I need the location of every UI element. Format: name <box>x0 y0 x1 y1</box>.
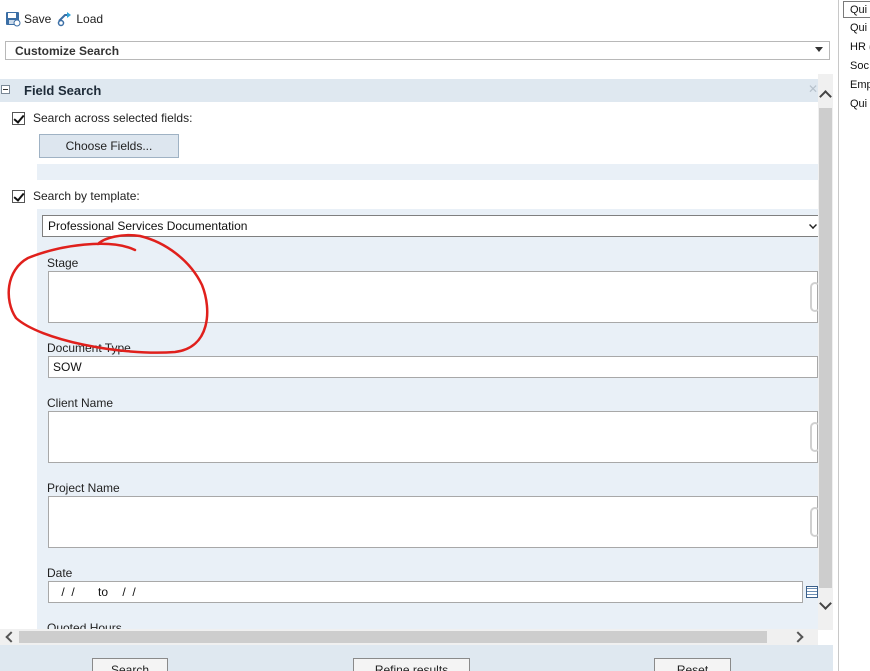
load-icon <box>58 12 72 27</box>
stage-field[interactable] <box>48 271 820 323</box>
stage-label: Stage <box>47 256 79 270</box>
reset-button[interactable]: Reset <box>654 658 731 671</box>
save-button[interactable]: Save <box>5 11 51 27</box>
scroll-down-icon[interactable] <box>819 597 832 610</box>
save-icon <box>6 12 21 27</box>
refine-results-button[interactable]: Refine results <box>353 658 470 671</box>
client-name-label: Client Name <box>47 396 114 410</box>
date-range-field[interactable]: / / to / / <box>48 581 803 603</box>
scroll-up-icon[interactable] <box>819 90 832 103</box>
field-search-title: Field Search <box>24 83 102 98</box>
document-type-value: SOW <box>53 360 82 374</box>
vertical-scrollbar[interactable] <box>818 74 833 630</box>
search-button[interactable]: Search <box>92 658 168 671</box>
horizontal-scroll-thumb[interactable] <box>19 631 767 643</box>
search-template-row: Search by template: <box>12 189 140 203</box>
selected-fields-area <box>37 164 818 180</box>
save-label: Save <box>24 12 52 26</box>
document-type-label: Document Type <box>47 341 131 355</box>
field-search-header: Field Search ✕ <box>0 79 818 102</box>
list-item[interactable]: Qui <box>850 22 867 34</box>
date-to-value: / / <box>119 585 136 599</box>
project-name-field[interactable] <box>48 496 820 548</box>
saved-search-list: Qui Qui HR ( Soc Emp Qui <box>838 0 870 671</box>
chevron-down-icon <box>809 221 817 229</box>
scroll-left-icon[interactable] <box>5 631 17 643</box>
date-from-value: / / <box>58 585 75 599</box>
field-search-panel: Field Search ✕ Search across selected fi… <box>0 79 833 631</box>
list-item[interactable]: Qui <box>850 98 867 110</box>
customize-search-value: Customize Search <box>15 43 120 58</box>
close-section-icon[interactable]: ✕ <box>808 82 818 96</box>
horizontal-scrollbar[interactable] <box>0 629 818 645</box>
project-name-label: Project Name <box>47 481 120 495</box>
search-template-checkbox[interactable] <box>12 189 25 203</box>
date-to-label: to <box>98 585 109 599</box>
customize-search-dropdown[interactable]: Customize Search <box>5 41 830 60</box>
toolbar: Save Load <box>5 10 103 28</box>
search-across-label: Search across selected fields: <box>33 111 193 125</box>
collapse-icon[interactable] <box>1 85 10 94</box>
template-select[interactable]: Professional Services Documentation <box>42 215 820 237</box>
search-template-label: Search by template: <box>33 189 140 203</box>
list-item[interactable]: HR ( <box>850 41 870 53</box>
list-item[interactable]: Qui <box>843 1 870 18</box>
search-across-row: Search across selected fields: <box>12 111 192 125</box>
choose-fields-button[interactable]: Choose Fields... <box>39 134 179 158</box>
date-label: Date <box>47 566 73 580</box>
search-across-checkbox[interactable] <box>12 111 25 125</box>
load-label: Load <box>76 12 104 26</box>
scroll-right-icon[interactable] <box>792 631 804 643</box>
list-item[interactable]: Soc <box>850 60 869 72</box>
template-select-value: Professional Services Documentation <box>48 219 248 233</box>
dropdown-arrow-icon <box>815 47 823 52</box>
document-type-field[interactable]: SOW <box>48 356 818 378</box>
client-name-field[interactable] <box>48 411 820 463</box>
list-item[interactable]: Emp <box>850 79 870 91</box>
vertical-scroll-thumb[interactable] <box>819 108 832 588</box>
calendar-icon[interactable] <box>806 586 818 598</box>
footer-bar: Search Refine results Reset <box>0 645 833 671</box>
load-button[interactable]: Load <box>57 11 103 27</box>
